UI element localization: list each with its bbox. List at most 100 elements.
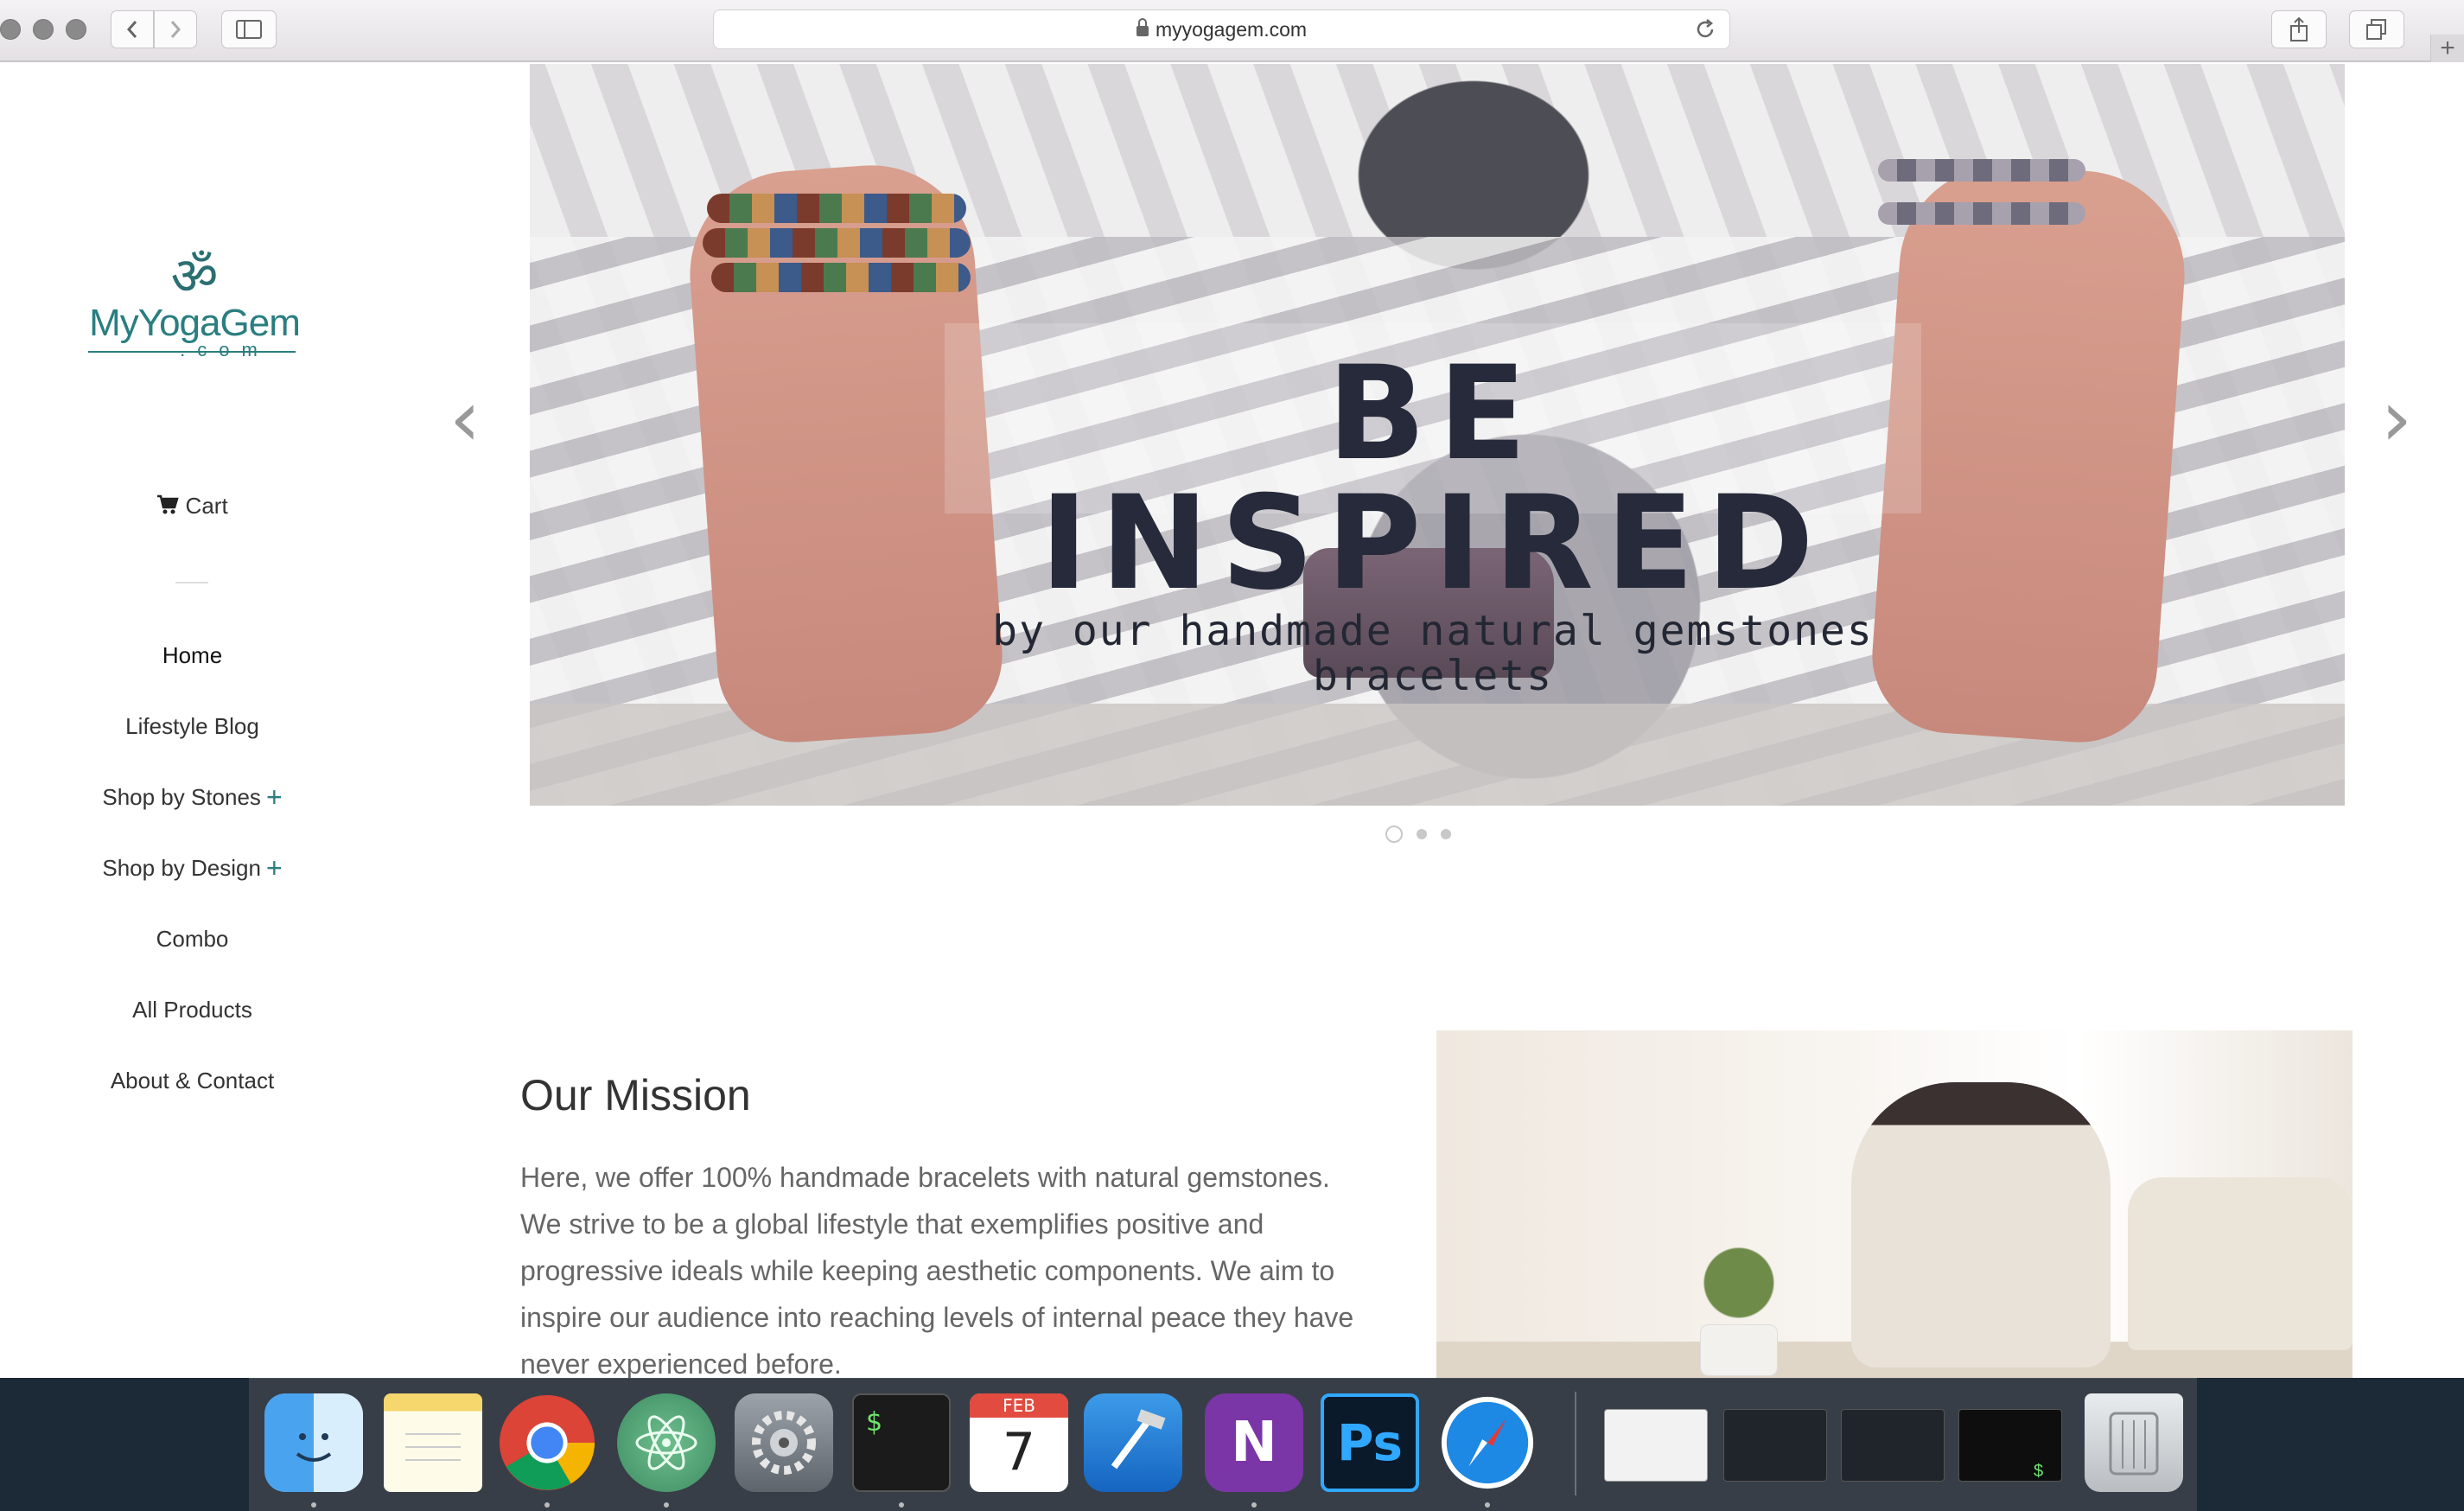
terminal-prompt: $ (866, 1407, 883, 1438)
nav-label: About & Contact (110, 1068, 275, 1093)
nav-label: Combo (156, 926, 229, 952)
minimize-window-button[interactable] (33, 19, 54, 40)
gemstone-bracelet (707, 194, 966, 223)
chrome-icon[interactable] (498, 1393, 596, 1492)
minimized-terminal-window[interactable]: $ (1958, 1409, 2062, 1482)
lock-icon (1136, 18, 1149, 36)
finder-face-icon (296, 1433, 332, 1462)
dock-separator (1575, 1392, 1576, 1495)
system-preferences-gear-icon (752, 1411, 816, 1475)
calendar-month: FEB (970, 1393, 1068, 1418)
photoshop-icon[interactable]: Ps (1321, 1393, 1419, 1492)
nav-label: All Products (132, 997, 252, 1023)
gemstone-bracelet (703, 228, 971, 258)
forward-button[interactable] (154, 10, 197, 48)
url-text: myyogagem.com (1155, 17, 1308, 41)
nav-item-lifestyle-blog[interactable]: Lifestyle Blog (0, 711, 385, 742)
notes-icon[interactable] (384, 1393, 482, 1492)
logo-wordmark: MyYogaGem (89, 302, 301, 344)
new-tab-button[interactable]: + (2430, 34, 2464, 62)
running-indicator (1251, 1502, 1257, 1508)
atom-logo-icon (635, 1415, 697, 1470)
chrome-logo-icon (499, 1394, 595, 1491)
address-bar[interactable]: myyogagem.com (713, 10, 1730, 49)
calendar-day: 7 (1002, 1422, 1036, 1482)
nav-label: Home (162, 642, 223, 668)
site-logo[interactable]: ॐ MyYogaGem .com (86, 249, 302, 422)
share-icon (2290, 16, 2308, 41)
sidebar-toggle-button[interactable] (221, 10, 277, 48)
logo-underline (88, 351, 296, 353)
notes-lines-icon (405, 1433, 461, 1461)
slider-dot-1[interactable] (1385, 826, 1403, 843)
tabs-overview-button[interactable] (2349, 10, 2404, 48)
site-sidebar: ॐ MyYogaGem .com Cart Home Lifestyle Blo… (0, 64, 385, 1378)
sidebar-icon (236, 20, 262, 39)
nav-label: Lifestyle Blog (125, 713, 259, 739)
yoga-person (1851, 1082, 2111, 1368)
hero-subline: by our handmade natural gemstones bracel… (992, 607, 1874, 700)
slider-next-arrow[interactable]: › (2381, 380, 2412, 458)
hero-banner: BE INSPIRED by our handmade natural gems… (945, 323, 1921, 698)
hammer-icon (1111, 1409, 1166, 1470)
chevron-right-icon (170, 21, 181, 38)
tabs-icon (2366, 19, 2386, 40)
nav-item-shop-by-stones[interactable]: Shop by Stones + (0, 781, 385, 813)
running-indicator (544, 1502, 550, 1508)
atom-icon[interactable] (617, 1393, 716, 1492)
hero-slide-image: BE INSPIRED by our handmade natural gems… (530, 64, 2345, 806)
gear-icon[interactable] (735, 1393, 833, 1492)
sofa (2128, 1177, 2353, 1350)
nav-item-all-products[interactable]: All Products (0, 994, 385, 1025)
mission-title: Our Mission (520, 1071, 751, 1119)
close-window-button[interactable] (0, 19, 21, 40)
running-indicator (664, 1502, 669, 1508)
trash-icon[interactable] (2085, 1393, 2183, 1492)
plant-pot (1700, 1324, 1778, 1376)
terminal-thumb-prompt: $ (2034, 1462, 2044, 1481)
share-button[interactable] (2271, 10, 2327, 48)
running-indicator (311, 1502, 316, 1508)
slider-dot-3[interactable] (1441, 829, 1451, 839)
slider-dot-2[interactable] (1417, 829, 1427, 839)
finder-icon[interactable] (264, 1393, 363, 1492)
photoshop-letters: Ps (1336, 1413, 1403, 1472)
onenote-icon[interactable]: N (1205, 1393, 1303, 1492)
expand-plus-icon[interactable]: + (266, 852, 283, 883)
minimized-atom-window-2[interactable] (1841, 1409, 1945, 1482)
minimized-browser-window[interactable] (1604, 1409, 1708, 1482)
onenote-letter: N (1231, 1411, 1277, 1475)
wrap-bracelet (1878, 159, 2085, 182)
nav-label: Shop by Stones (102, 784, 261, 810)
nav-item-home[interactable]: Home (0, 640, 385, 671)
nav-item-shop-by-design[interactable]: Shop by Design + (0, 852, 385, 883)
running-indicator (1485, 1502, 1490, 1508)
calendar-icon[interactable]: FEB 7 (970, 1393, 1068, 1492)
cart-label: Cart (185, 493, 228, 519)
nav-item-combo[interactable]: Combo (0, 923, 385, 954)
compass-icon (1441, 1396, 1534, 1489)
chevron-left-icon (126, 21, 137, 38)
running-indicator (899, 1502, 904, 1508)
expand-plus-icon[interactable]: + (266, 781, 283, 813)
cart-link[interactable]: Cart (0, 493, 385, 520)
safari-icon[interactable] (1438, 1393, 1537, 1492)
slider-dots (1385, 826, 1451, 843)
trash-can-icon (2109, 1412, 2159, 1476)
wrap-bracelet (1878, 202, 2085, 225)
gemstone-bracelet (711, 263, 971, 292)
mission-photo (1436, 1030, 2353, 1378)
xcode-icon[interactable] (1084, 1393, 1182, 1492)
hero-headline: BE INSPIRED (1040, 339, 1826, 619)
nav-item-about-contact[interactable]: About & Contact (0, 1065, 385, 1096)
reload-icon[interactable] (1693, 17, 1717, 41)
slider-prev-arrow[interactable]: ‹ (449, 380, 481, 458)
back-button[interactable] (111, 10, 154, 48)
terminal-icon[interactable]: $ (852, 1393, 951, 1492)
minimized-atom-window[interactable] (1723, 1409, 1827, 1482)
zoom-window-button[interactable] (66, 19, 86, 40)
om-symbol-icon: ॐ (170, 246, 219, 307)
browser-toolbar: myyogagem.com + (0, 0, 2464, 62)
mission-body: Here, we offer 100% handmade bracelets w… (520, 1162, 1354, 1380)
nav-label: Shop by Design (102, 855, 261, 881)
